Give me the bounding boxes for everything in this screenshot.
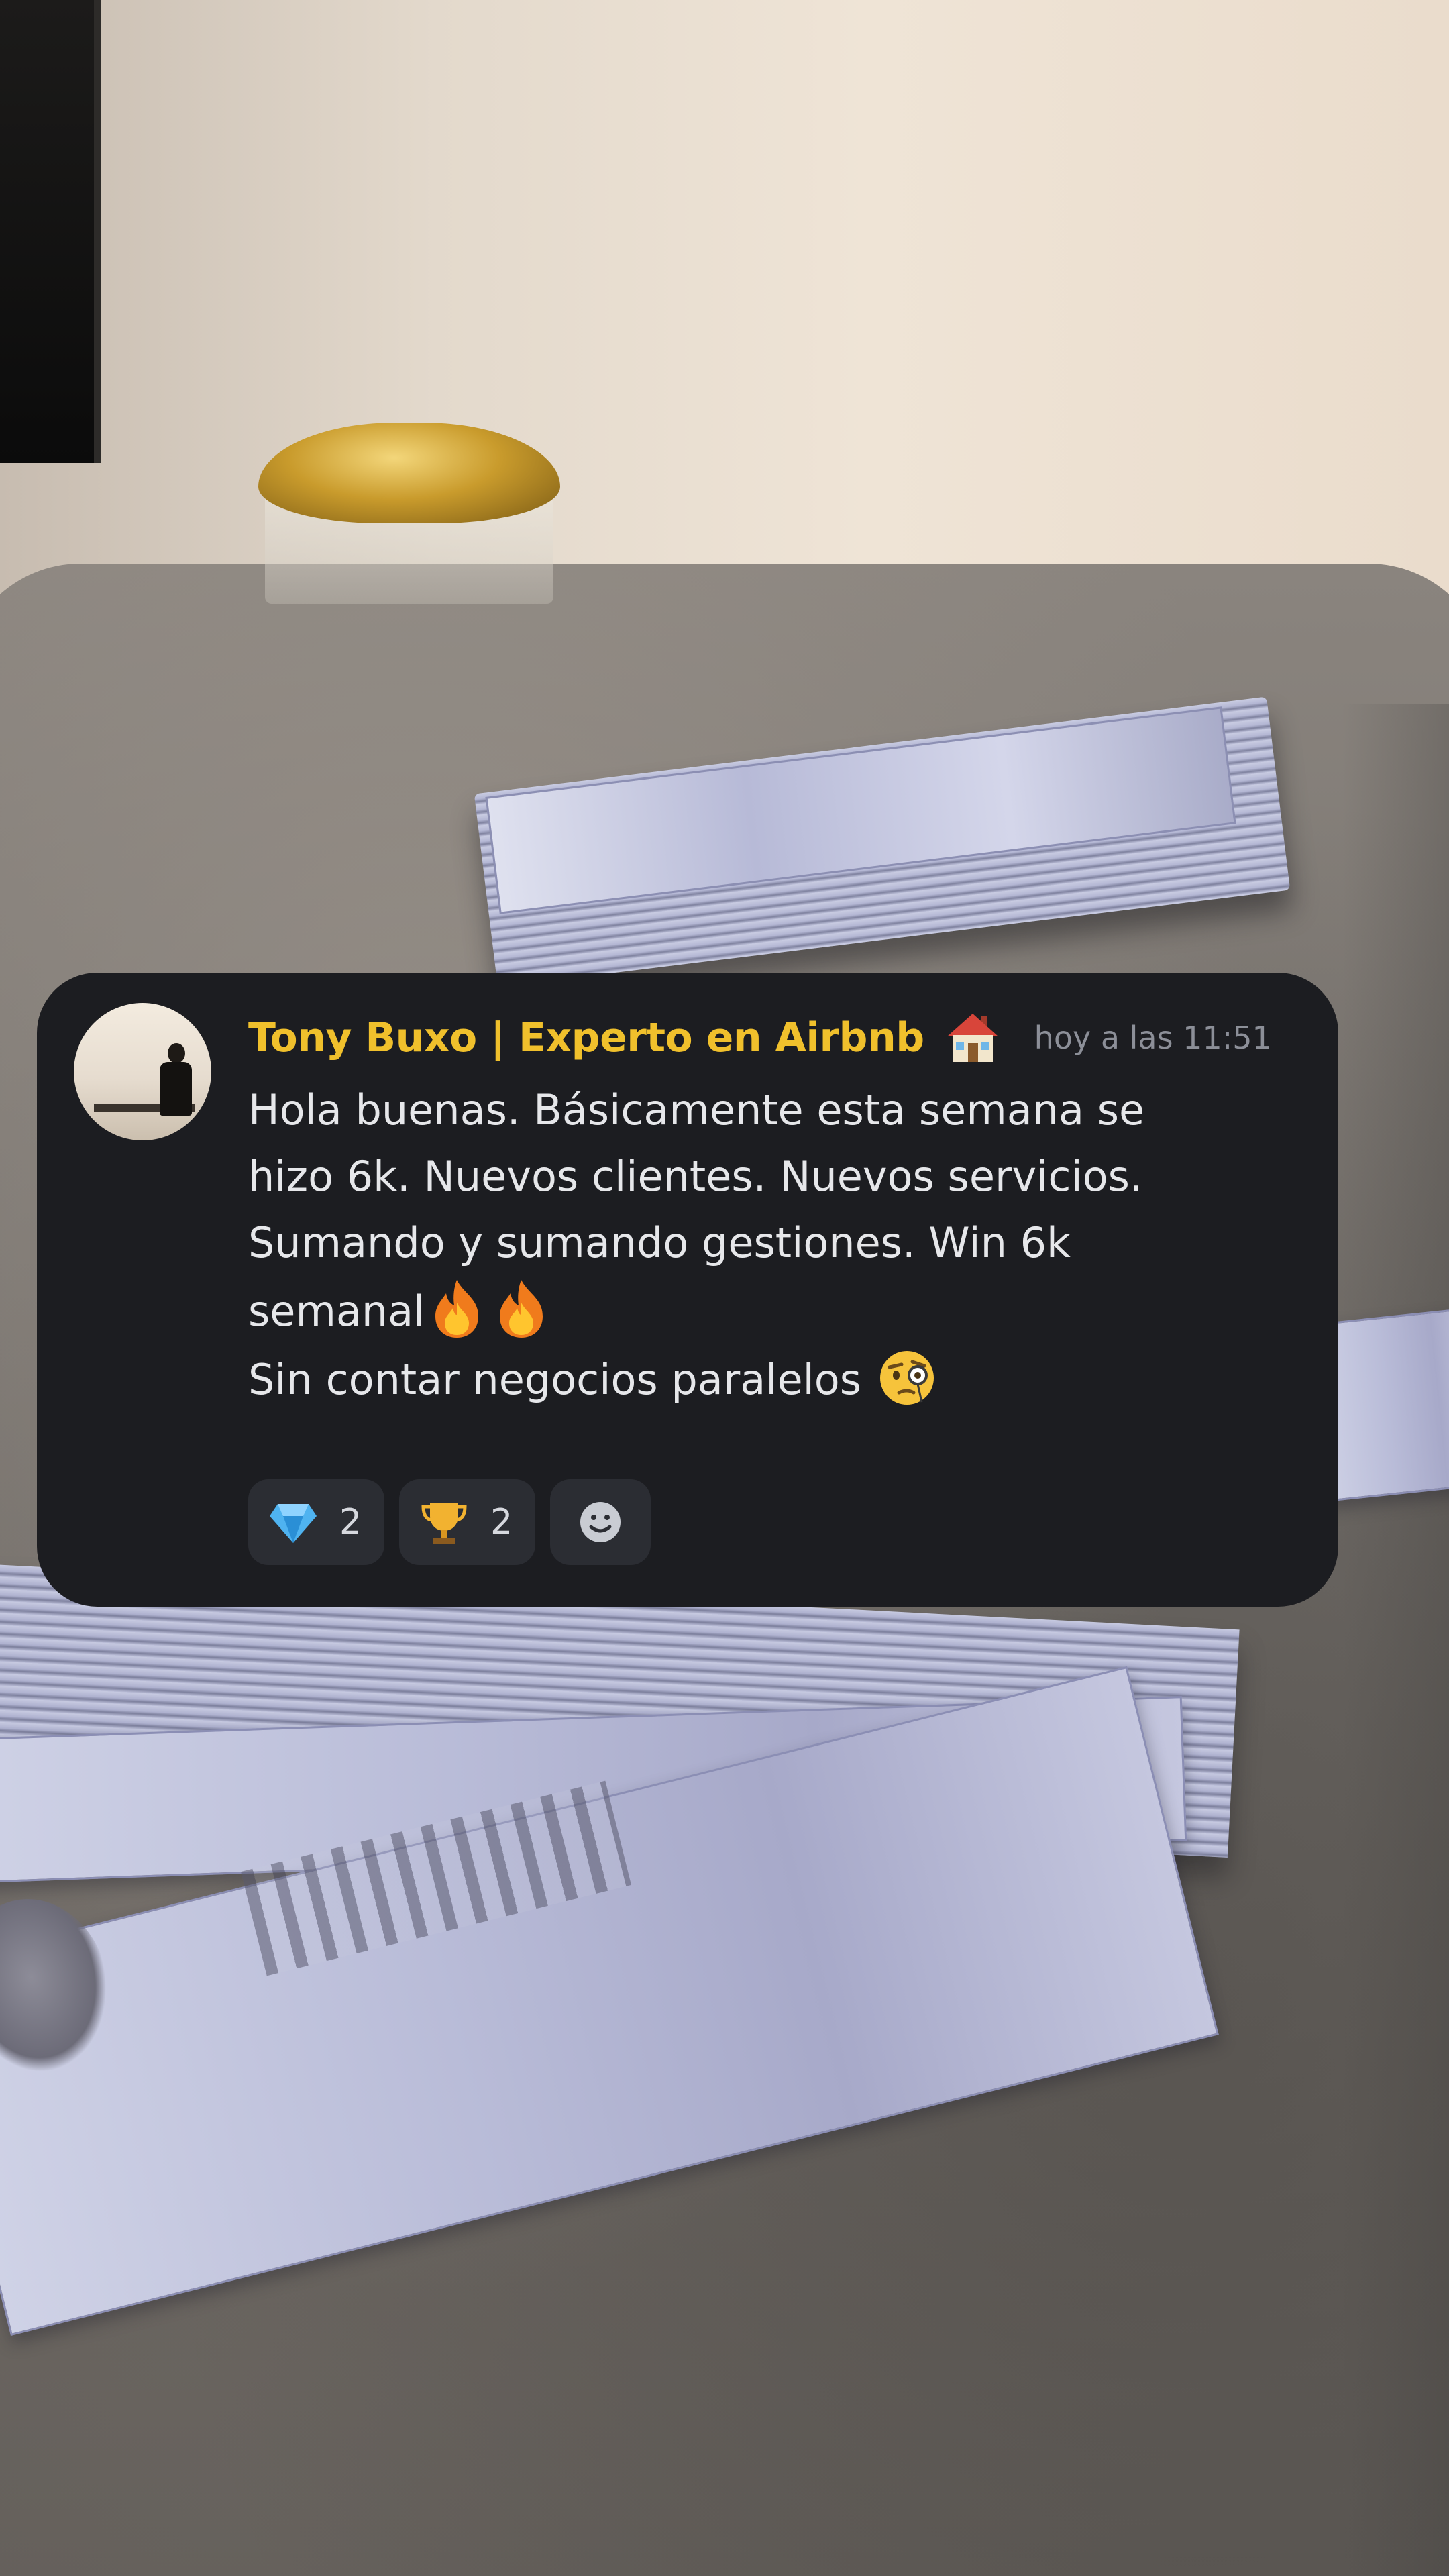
message-line: Sin contar negocios paralelos	[248, 1355, 862, 1404]
message-card: Tony Buxo | Experto en Airbnb hoy a las …	[37, 973, 1338, 1607]
smiley-add-reaction-icon	[580, 1502, 621, 1542]
face-with-monocle-emoji-icon	[879, 1351, 934, 1405]
avatar-figure-body	[160, 1062, 192, 1116]
add-reaction-button[interactable]	[550, 1479, 651, 1565]
message-timestamp: hoy a las 11:51	[1034, 1020, 1272, 1056]
gem-emoji-icon	[270, 1504, 317, 1543]
message-line: Hola buenas. Básicamente esta semana se	[248, 1085, 1145, 1134]
reaction-count: 2	[339, 1502, 362, 1542]
message-line-with-emojis: semanal	[248, 1276, 1295, 1344]
message-header: Tony Buxo | Experto en Airbnb hoy a las …	[248, 1011, 1272, 1065]
avatar[interactable]	[74, 1003, 211, 1140]
reaction-trophy[interactable]: 2	[399, 1479, 536, 1565]
message-line: semanal	[248, 1287, 425, 1336]
message-line-with-emojis: Sin contar negocios paralelos	[248, 1344, 1295, 1413]
house-emoji-icon	[947, 1014, 998, 1062]
trophy-emoji-icon	[421, 1503, 467, 1544]
fire-emoji-icon	[435, 1280, 479, 1338]
author-name[interactable]: Tony Buxo | Experto en Airbnb	[248, 1014, 924, 1061]
table-edge-shadow	[1342, 704, 1449, 2576]
television	[0, 0, 101, 463]
message-line: Sumando y sumando gestiones. Win 6k	[248, 1218, 1071, 1267]
reaction-count: 2	[490, 1502, 513, 1542]
reactions-bar: 2 2	[248, 1479, 651, 1565]
message-line: hizo 6k. Nuevos clientes. Nuevos servici…	[248, 1152, 1143, 1201]
fire-emoji-icon	[500, 1280, 543, 1338]
reaction-gem[interactable]: 2	[248, 1479, 385, 1565]
message-body: Hola buenas. Básicamente esta semana se …	[248, 1077, 1295, 1413]
avatar-figure-head	[168, 1043, 185, 1063]
